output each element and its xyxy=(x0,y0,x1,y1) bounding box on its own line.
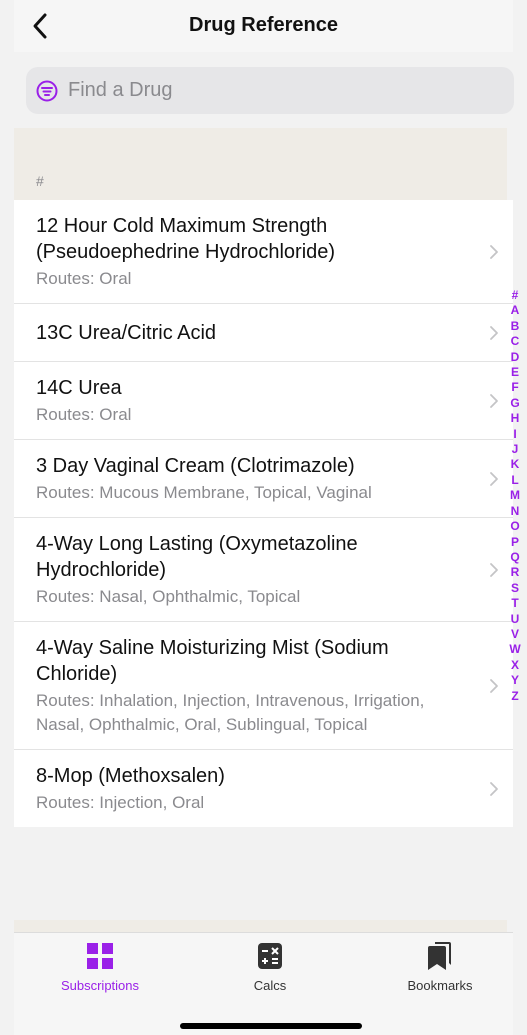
filter-circle-icon[interactable] xyxy=(36,80,58,102)
drug-reference-screen: Drug Reference # 12 Hour Cold Maximum St… xyxy=(0,0,527,1035)
tab-subscriptions[interactable]: Subscriptions xyxy=(30,941,170,993)
drug-list: 12 Hour Cold Maximum Strength (Pseudoeph… xyxy=(14,200,513,827)
drug-routes: Routes: Oral xyxy=(36,405,132,424)
grid-squares-icon xyxy=(87,943,113,969)
search-bar[interactable] xyxy=(26,67,514,114)
index-letter[interactable]: T xyxy=(511,596,518,611)
section-header-label: # xyxy=(36,173,44,189)
index-letter[interactable]: G xyxy=(510,396,519,411)
chevron-right-icon xyxy=(490,393,498,408)
list-item[interactable]: 12 Hour Cold Maximum Strength (Pseudoeph… xyxy=(14,200,513,304)
drug-routes: Routes: Inhalation, Injection, Intraveno… xyxy=(36,691,425,734)
list-item[interactable]: 14C Urea Routes: Oral xyxy=(14,362,513,440)
drug-name: 14C Urea xyxy=(36,377,122,399)
drug-name: 8-Mop (Methoxsalen) xyxy=(36,765,225,787)
drug-name: 4-Way Saline Moisturizing Mist (Sodium C… xyxy=(36,637,389,685)
chevron-right-icon xyxy=(490,325,498,340)
index-letter[interactable]: D xyxy=(511,350,520,365)
drug-name: 3 Day Vaginal Cream (Clotrimazole) xyxy=(36,455,355,477)
index-letter[interactable]: Q xyxy=(510,550,519,565)
tab-calcs[interactable]: Calcs xyxy=(200,941,340,993)
section-header: # xyxy=(14,128,507,200)
list-item[interactable]: 8-Mop (Methoxsalen) Routes: Injection, O… xyxy=(14,750,513,827)
home-indicator[interactable] xyxy=(180,1023,362,1029)
index-letter[interactable]: Y xyxy=(511,673,519,688)
chevron-right-icon xyxy=(490,562,498,577)
search-input[interactable] xyxy=(66,78,470,103)
alphabet-index[interactable]: # A B C D E F G H I J K L M N O P Q R S … xyxy=(508,288,522,704)
index-letter[interactable]: I xyxy=(513,427,516,442)
bookmarks-icon xyxy=(428,942,451,970)
tab-label: Bookmarks xyxy=(407,978,473,993)
tab-label: Calcs xyxy=(253,978,287,993)
index-letter[interactable]: K xyxy=(511,457,520,472)
drug-routes: Routes: Oral xyxy=(36,269,132,288)
chevron-right-icon xyxy=(490,781,498,796)
index-letter[interactable]: H xyxy=(511,411,520,426)
index-letter[interactable]: E xyxy=(511,365,519,380)
index-letter[interactable]: A xyxy=(511,303,520,318)
index-letter[interactable]: J xyxy=(512,442,519,457)
page-title: Drug Reference xyxy=(189,14,338,36)
index-letter[interactable]: S xyxy=(511,581,519,596)
drug-routes: Routes: Nasal, Ophthalmic, Topical xyxy=(36,587,301,606)
next-section-header xyxy=(14,920,507,932)
tab-label: Subscriptions xyxy=(60,978,140,993)
tab-bar: Subscriptions Calcs Bookmarks xyxy=(14,932,513,1035)
index-letter[interactable]: O xyxy=(510,519,519,534)
index-letter[interactable]: Z xyxy=(511,689,518,704)
list-item[interactable]: 3 Day Vaginal Cream (Clotrimazole) Route… xyxy=(14,440,513,518)
index-letter[interactable]: B xyxy=(511,319,520,334)
index-letter[interactable]: P xyxy=(511,535,519,550)
drug-name: 12 Hour Cold Maximum Strength (Pseudoeph… xyxy=(36,215,336,263)
index-letter[interactable]: X xyxy=(511,658,519,673)
index-letter[interactable]: R xyxy=(511,565,520,580)
drug-routes: Routes: Injection, Oral xyxy=(36,793,205,812)
drug-name: 4-Way Long Lasting (Oxymetazoline Hydroc… xyxy=(36,533,358,581)
index-letter[interactable]: V xyxy=(511,627,519,642)
index-letter[interactable]: F xyxy=(511,380,518,395)
index-letter[interactable]: U xyxy=(511,612,520,627)
index-letter[interactable]: N xyxy=(511,504,520,519)
list-item[interactable]: 4-Way Saline Moisturizing Mist (Sodium C… xyxy=(14,622,513,750)
drug-name: 13C Urea/Citric Acid xyxy=(36,322,217,344)
drug-routes: Routes: Mucous Membrane, Topical, Vagina… xyxy=(36,483,372,502)
calculator-icon xyxy=(258,943,282,969)
index-letter[interactable]: L xyxy=(511,473,518,488)
index-letter[interactable]: # xyxy=(512,288,519,303)
navigation-bar: Drug Reference xyxy=(14,0,513,52)
list-item[interactable]: 13C Urea/Citric Acid xyxy=(14,304,513,362)
index-letter[interactable]: M xyxy=(510,488,520,503)
chevron-right-icon xyxy=(490,471,498,486)
chevron-right-icon xyxy=(490,244,498,259)
index-letter[interactable]: W xyxy=(509,642,520,657)
chevron-right-icon xyxy=(490,678,498,693)
list-footer-spacer xyxy=(14,897,507,920)
index-letter[interactable]: C xyxy=(511,334,520,349)
tab-bookmarks[interactable]: Bookmarks xyxy=(370,941,510,993)
list-item[interactable]: 4-Way Long Lasting (Oxymetazoline Hydroc… xyxy=(14,518,513,622)
